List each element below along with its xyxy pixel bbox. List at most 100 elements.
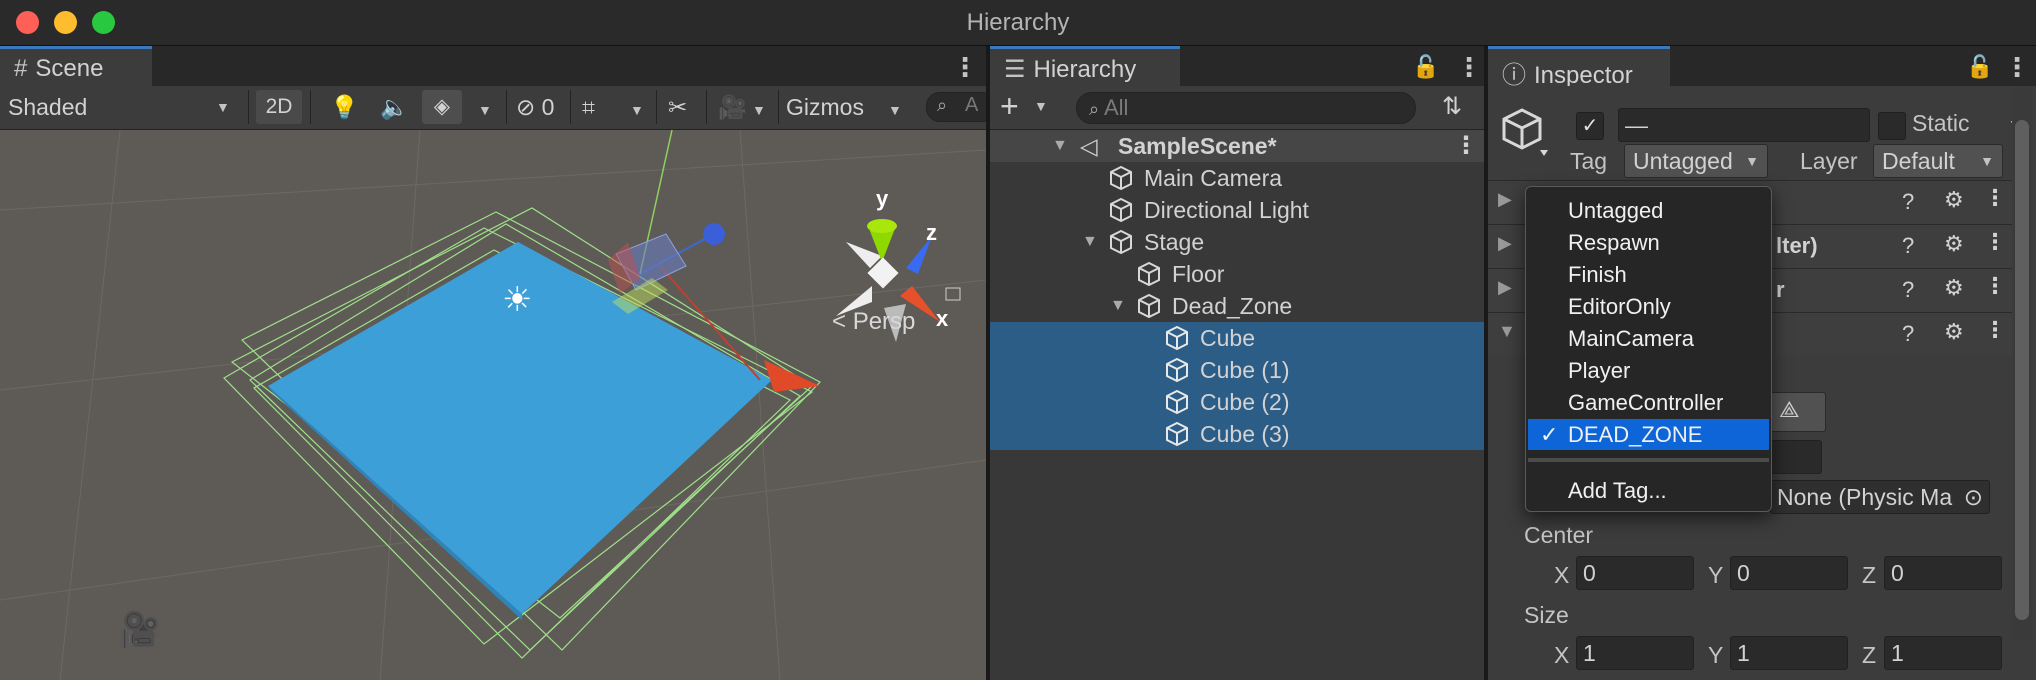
2d-toggle-button[interactable]: 2D — [256, 90, 302, 124]
help-icon[interactable]: ? — [1902, 233, 1914, 259]
lock-icon[interactable]: 🔓 — [1966, 54, 1993, 80]
material-field[interactable]: None (Physic Ma ⊙ — [1770, 480, 1990, 514]
hidden-objects-toggle[interactable]: ⊘ 0 — [516, 90, 566, 124]
grid-snap-chevron-icon[interactable]: ▼ — [630, 90, 650, 124]
component-more-icon[interactable]: ⋮ — [1984, 229, 2006, 255]
projection-toggle[interactable]: < Persp — [832, 308, 915, 336]
lighting-toggle-icon[interactable]: 💡 — [330, 90, 360, 124]
eye-slash-icon: ⊘ — [516, 94, 536, 120]
hierarchy-row-selected[interactable]: Cube (1) — [990, 354, 1484, 386]
help-icon[interactable]: ? — [1902, 277, 1914, 303]
edit-collider-icon: ⟁ — [1779, 396, 1800, 422]
tab-inspector[interactable]: ⓘ Inspector — [1488, 46, 1670, 89]
hierarchy-row-selected[interactable]: Cube (3) — [990, 418, 1484, 450]
menu-item-player[interactable]: Player — [1528, 355, 1769, 386]
size-y-field[interactable]: 1 — [1730, 636, 1848, 670]
center-x-field[interactable]: 0 — [1576, 556, 1694, 590]
inspector-more-icon[interactable]: ⋮ — [2004, 52, 2030, 83]
add-object-chevron-icon[interactable]: ▼ — [1034, 98, 1048, 114]
center-y-field[interactable]: 0 — [1730, 556, 1848, 590]
z-axis-handle[interactable] — [703, 223, 725, 245]
audio-toggle-icon[interactable]: 🔈 — [380, 90, 410, 124]
active-checkbox[interactable]: ✓ — [1576, 112, 1604, 140]
expand-triangle-icon[interactable]: ▶ — [1498, 233, 1512, 254]
hierarchy-more-icon[interactable]: ⋮ — [1456, 52, 1482, 83]
scene-viewport[interactable]: y z x ☀ < Persp 🎥 — [0, 130, 986, 680]
hierarchy-row[interactable]: Main Camera — [990, 162, 1484, 194]
static-label[interactable]: Static — [1912, 110, 1970, 137]
sort-icon[interactable]: ⇅ — [1442, 92, 1462, 121]
static-checkbox[interactable] — [1878, 112, 1906, 140]
help-icon[interactable]: ? — [1902, 189, 1914, 215]
expand-triangle-icon[interactable]: ▼ — [1052, 130, 1068, 162]
hierarchy-tabstrip: ☰ Hierarchy 🔓 ⋮ — [990, 46, 1484, 86]
add-object-icon[interactable]: + — [1000, 88, 1019, 125]
component-more-icon[interactable]: ⋮ — [1984, 185, 2006, 211]
tab-scene[interactable]: # Scene — [0, 46, 152, 86]
camera-settings-icon[interactable]: 🎥 — [718, 90, 748, 124]
menu-item-maincamera[interactable]: MainCamera — [1528, 323, 1769, 354]
tab-hierarchy[interactable]: ☰ Hierarchy — [990, 46, 1180, 86]
cube-icon — [1138, 293, 1160, 319]
scene-search-input[interactable]: ⌕ A — [926, 92, 986, 122]
hierarchy-row[interactable]: ▼ Dead_Zone — [990, 290, 1484, 322]
edit-collider-button[interactable]: ⟁ — [1770, 392, 1826, 432]
component-more-icon[interactable]: ⋮ — [1984, 273, 2006, 299]
menu-item-dead-zone[interactable]: ✓ DEAD_ZONE — [1528, 419, 1769, 450]
camera-chevron-icon[interactable]: ▼ — [752, 90, 772, 124]
expand-triangle-icon[interactable]: ▼ — [1110, 290, 1126, 322]
layer-dropdown[interactable]: Default ▼ — [1873, 144, 2003, 178]
component-more-icon[interactable]: ⋮ — [1984, 317, 2006, 343]
center-z-field[interactable]: 0 — [1884, 556, 2002, 590]
tag-dropdown-menu: Untagged Respawn Finish EditorOnly MainC… — [1525, 186, 1772, 512]
expand-triangle-icon[interactable]: ▼ — [1498, 321, 1516, 342]
grid-snap-icon[interactable]: ⌗ — [582, 90, 612, 124]
settings-sliders-icon[interactable]: ⚙ — [1944, 275, 1964, 301]
expand-triangle-icon[interactable]: ▼ — [1082, 226, 1098, 258]
hierarchy-row-scene[interactable]: ▼ ◁ SampleScene* ⋮ — [990, 130, 1484, 162]
scene-more-icon[interactable]: ⋮ — [952, 52, 978, 83]
hierarchy-row[interactable]: ▼ Stage — [990, 226, 1484, 258]
object-picker-icon[interactable]: ⊙ — [1964, 481, 1983, 513]
settings-sliders-icon[interactable]: ⚙ — [1944, 231, 1964, 257]
chevron-down-icon: ▼ — [216, 99, 230, 115]
x-axis-handle[interactable] — [764, 360, 820, 392]
shading-mode-dropdown[interactable]: Shaded ▼ — [8, 90, 238, 124]
hierarchy-row-selected[interactable]: Cube (2) — [990, 386, 1484, 418]
gizmos-chevron-icon[interactable]: ▼ — [888, 90, 908, 124]
menu-item-finish[interactable]: Finish — [1528, 259, 1769, 290]
size-x-field[interactable]: 1 — [1576, 636, 1694, 670]
tools-icon[interactable]: ✂ — [668, 90, 698, 124]
lock-icon[interactable] — [945, 287, 961, 301]
settings-sliders-icon[interactable]: ⚙ — [1944, 319, 1964, 345]
hierarchy-row-selected[interactable]: Cube — [990, 322, 1484, 354]
menu-item-add-tag[interactable]: Add Tag... — [1528, 475, 1769, 506]
gizmos-toggle-button[interactable]: Gizmos — [786, 90, 886, 124]
camera-icon[interactable]: 🎥 — [118, 610, 160, 650]
menu-item-gamecontroller[interactable]: GameController — [1528, 387, 1769, 418]
trigger-field[interactable] — [1770, 440, 1822, 474]
name-field[interactable]: — — [1618, 108, 1870, 142]
directional-light-icon[interactable]: ☀ — [502, 280, 532, 320]
help-icon[interactable]: ? — [1902, 321, 1914, 347]
row-label: Main Camera — [1144, 165, 1283, 191]
hierarchy-row[interactable]: Floor — [990, 258, 1484, 290]
effects-toggle-icon[interactable]: ◈ — [422, 90, 462, 124]
settings-sliders-icon[interactable]: ⚙ — [1944, 187, 1964, 213]
inspector-scroll-thumb[interactable] — [2015, 120, 2029, 620]
effects-chevron-icon[interactable]: ▼ — [478, 90, 498, 124]
size-z-field[interactable]: 1 — [1884, 636, 2002, 670]
axis-z-label: z — [926, 220, 937, 245]
row-label: Stage — [1144, 229, 1205, 255]
expand-triangle-icon[interactable]: ▶ — [1498, 189, 1512, 210]
gameobject-cube-icon — [1502, 108, 1548, 156]
hierarchy-row[interactable]: Directional Light — [990, 194, 1484, 226]
menu-item-respawn[interactable]: Respawn — [1528, 227, 1769, 258]
lock-icon[interactable]: 🔓 — [1412, 54, 1439, 80]
expand-triangle-icon[interactable]: ▶ — [1498, 277, 1512, 298]
menu-item-untagged[interactable]: Untagged — [1528, 195, 1769, 226]
hierarchy-search-input[interactable]: ⌕ All — [1076, 92, 1416, 124]
tag-dropdown[interactable]: Untagged ▼ — [1624, 144, 1768, 178]
scene-more-icon[interactable]: ⋮ — [1454, 130, 1478, 162]
menu-item-editoronly[interactable]: EditorOnly — [1528, 291, 1769, 322]
